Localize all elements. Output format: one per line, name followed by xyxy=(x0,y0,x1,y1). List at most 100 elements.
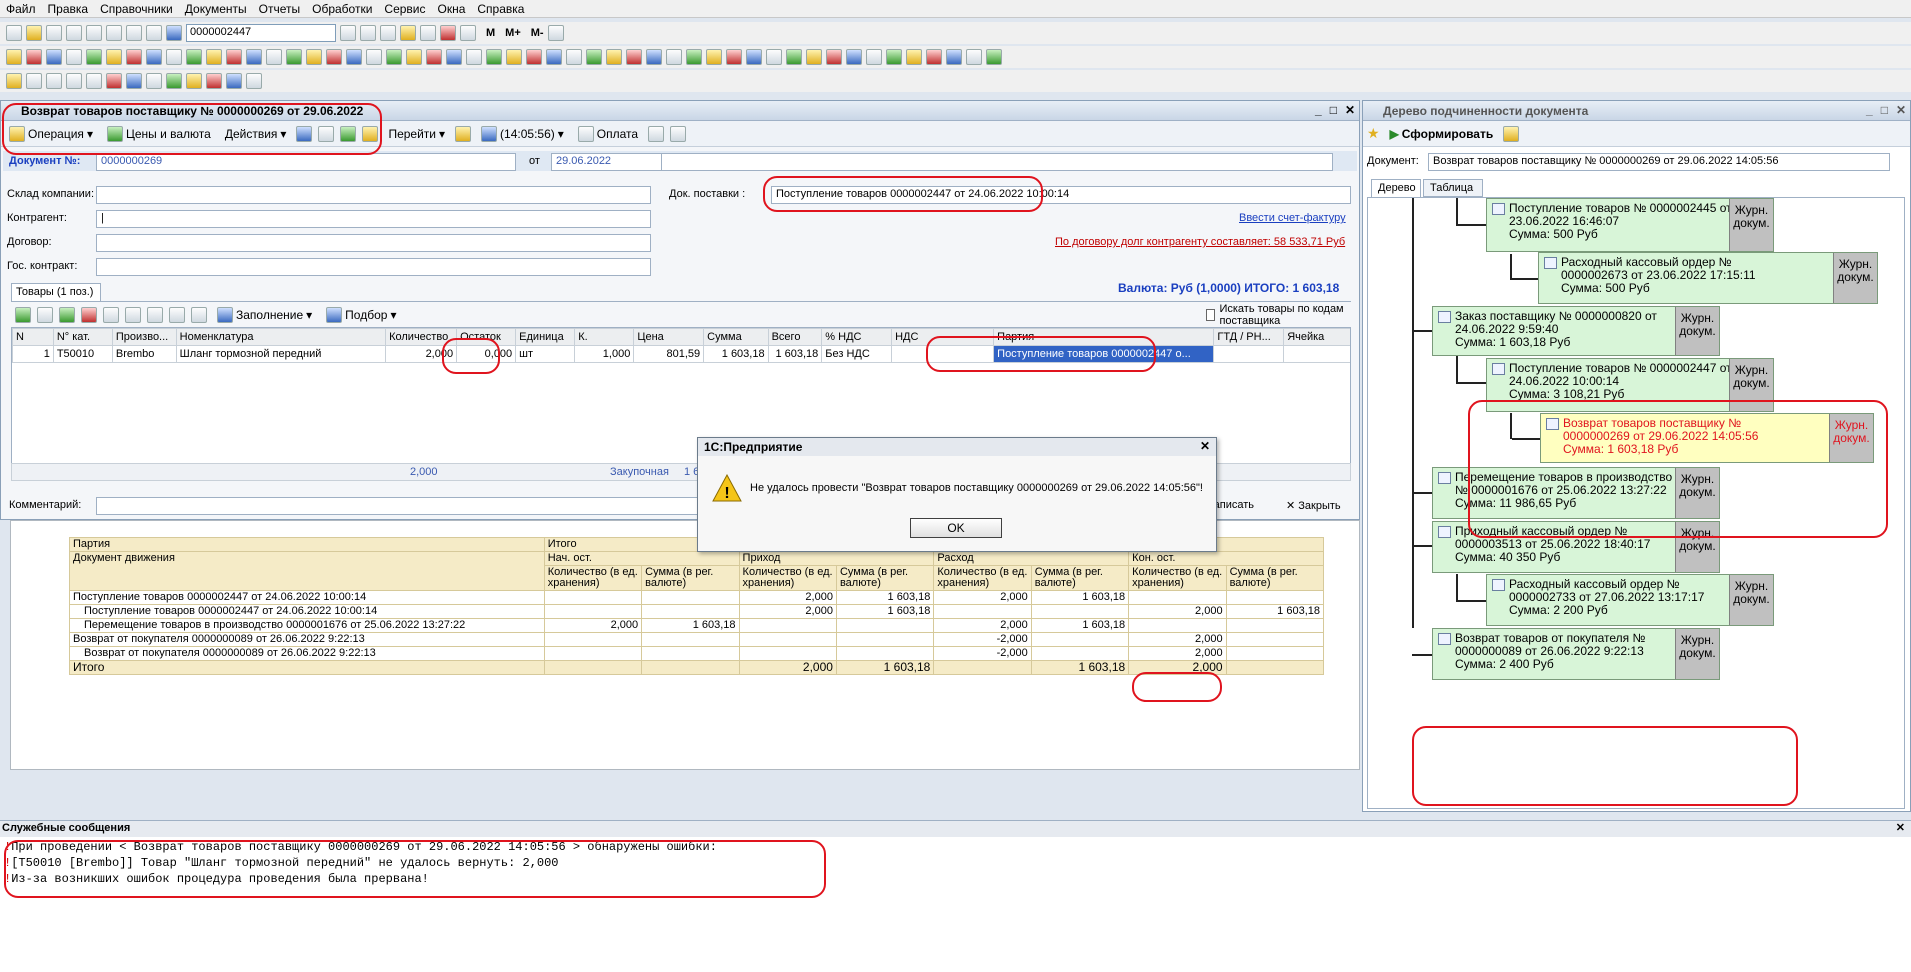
m-plus-label[interactable]: M+ xyxy=(505,27,521,39)
mov-row[interactable]: Перемещение товаров в производство 00000… xyxy=(69,618,1325,633)
doc-icon[interactable] xyxy=(926,49,942,65)
lock-icon[interactable] xyxy=(6,73,22,89)
structure-icon[interactable] xyxy=(362,125,379,142)
actions-button[interactable]: Действия ▾ xyxy=(221,126,291,142)
journal-button[interactable]: Журн. докум. xyxy=(1675,522,1719,572)
message-line-1[interactable]: !При проведении < Возврат товаров постав… xyxy=(4,839,717,855)
doc-icon[interactable] xyxy=(706,49,722,65)
warehouse-field[interactable] xyxy=(96,186,651,204)
doc-icon[interactable] xyxy=(106,49,122,65)
cut-icon[interactable] xyxy=(66,25,82,41)
message-line-3[interactable]: !Из-за возникших ошибок процедура провед… xyxy=(4,871,717,887)
tree-node[interactable]: Приходный кассовый ордер № 0000003513 от … xyxy=(1432,521,1720,573)
menu-service[interactable]: Сервис xyxy=(384,2,425,16)
doc-icon[interactable] xyxy=(906,49,922,65)
tab-table[interactable]: Таблица xyxy=(1423,179,1483,197)
message-line-2[interactable]: ![T50010 [Brembo]] Товар "Шланг тормозно… xyxy=(4,855,717,871)
add-icon[interactable] xyxy=(15,306,31,323)
search-codes-option[interactable]: Искать товары по кодам поставщика xyxy=(1206,303,1351,327)
doc-icon[interactable] xyxy=(606,49,622,65)
tree-node[interactable]: Заказ поставщику № 0000000820 от 24.06.20… xyxy=(1432,306,1720,356)
goods-data-row[interactable]: 1 T50010 Brembo Шланг тормозной передний 2,0… xyxy=(12,345,1350,363)
contractor-field[interactable]: | xyxy=(96,210,651,228)
doc-icon[interactable] xyxy=(266,49,282,65)
close-icon[interactable]: ✕ xyxy=(1345,103,1355,117)
journal-button[interactable]: Журн. докум. xyxy=(1675,629,1719,679)
doc-icon[interactable] xyxy=(246,49,262,65)
doc-icon[interactable] xyxy=(306,49,322,65)
money-icon[interactable] xyxy=(186,49,202,65)
info-icon[interactable] xyxy=(400,25,416,41)
tree-minimize-icon[interactable]: _ xyxy=(1866,103,1873,117)
close-button[interactable]: ✕ Закрыть xyxy=(1286,499,1341,512)
doc-icon[interactable] xyxy=(406,49,422,65)
operation-button[interactable]: Операция ▾ xyxy=(5,125,97,143)
doc-icon[interactable] xyxy=(626,49,642,65)
menu-documents[interactable]: Документы xyxy=(185,2,247,16)
open-icon[interactable] xyxy=(26,25,42,41)
wrench-icon[interactable] xyxy=(86,73,102,89)
col-header[interactable]: Всего xyxy=(767,328,823,346)
menu-edit[interactable]: Правка xyxy=(48,2,89,16)
mov-row[interactable]: Поступление товаров 0000002447 от 24.06.… xyxy=(69,590,1325,605)
tree-node[interactable]: Перемещение товаров в производство № 0000… xyxy=(1432,467,1720,519)
menu-file[interactable]: Файл xyxy=(6,2,36,16)
doc-icon[interactable] xyxy=(126,49,142,65)
mov-row[interactable]: Итого 2,000 1 603,18 1 603,18 2,000 xyxy=(69,660,1325,675)
gos-contract-field[interactable] xyxy=(96,258,651,276)
date-field[interactable]: 29.06.2022 xyxy=(551,153,666,171)
doc-no-field[interactable]: 0000000269 xyxy=(96,153,516,171)
doc-icon[interactable] xyxy=(946,49,962,65)
col-header[interactable]: К. xyxy=(574,328,635,346)
col-header[interactable]: НДС xyxy=(891,328,995,346)
mov-row[interactable]: Возврат от покупателя 0000000089 от 26.0… xyxy=(69,632,1325,647)
goods-cell[interactable]: Без НДС xyxy=(821,345,893,363)
doc-icon[interactable] xyxy=(886,49,902,65)
goods-cell[interactable]: 1,000 xyxy=(574,345,635,363)
doc-icon[interactable] xyxy=(806,49,822,65)
end-edit-icon[interactable] xyxy=(103,306,119,323)
tool-icon[interactable] xyxy=(46,73,62,89)
doc-icon[interactable] xyxy=(166,49,182,65)
doc-icon[interactable] xyxy=(526,49,542,65)
maximize-icon[interactable]: □ xyxy=(1330,103,1337,117)
sort-asc-icon[interactable] xyxy=(169,306,185,323)
doc-icon[interactable] xyxy=(486,49,502,65)
doc-icon[interactable] xyxy=(326,49,342,65)
tree-maximize-icon[interactable]: □ xyxy=(1881,103,1888,117)
search-input[interactable]: 0000002447 xyxy=(186,24,336,42)
invoice-link[interactable]: Ввести счет-фактуру xyxy=(1239,212,1346,224)
find-icon[interactable] xyxy=(166,25,182,41)
doc-icon[interactable] xyxy=(126,73,142,89)
copy-row-icon[interactable] xyxy=(37,306,53,323)
tree-node[interactable]: Возврат товаров поставщику № 0000000269 о… xyxy=(1540,413,1874,463)
tools-icon[interactable] xyxy=(547,25,564,41)
menu-windows[interactable]: Окна xyxy=(438,2,466,16)
doc-comment-field[interactable] xyxy=(661,153,1333,171)
col-header[interactable]: Цена xyxy=(633,328,705,346)
col-header[interactable]: Количество xyxy=(385,328,458,346)
col-header[interactable]: N xyxy=(12,328,54,346)
journal-button[interactable]: Журн. докум. xyxy=(1729,575,1773,625)
col-header[interactable]: Остаток xyxy=(456,328,517,346)
doc-icon[interactable] xyxy=(346,49,362,65)
col-header[interactable]: Партия xyxy=(993,328,1215,346)
doc-icon[interactable] xyxy=(746,49,762,65)
supply-doc-field[interactable]: Поступление товаров 0000002447 от 24.06.… xyxy=(771,186,1351,204)
redo-icon[interactable] xyxy=(146,25,162,41)
m-minus-label[interactable]: M- xyxy=(531,27,544,39)
doc-icon[interactable] xyxy=(6,49,22,65)
doc-icon[interactable] xyxy=(466,49,482,65)
dialog-ok-button[interactable]: OK xyxy=(910,518,1002,538)
goods-cell[interactable]: 1 603,18 xyxy=(703,345,769,363)
move-down-icon[interactable] xyxy=(147,306,163,323)
col-header[interactable]: % НДС xyxy=(821,328,893,346)
doc-icon[interactable] xyxy=(766,49,782,65)
doc-icon[interactable] xyxy=(286,49,302,65)
doc-icon[interactable] xyxy=(446,49,462,65)
goods-cell[interactable]: Поступление товаров 0000002447 о... xyxy=(993,345,1215,363)
goods-cell[interactable]: 1 603,18 xyxy=(767,345,823,363)
doc-icon[interactable] xyxy=(106,73,122,89)
tree-node[interactable]: Расходный кассовый ордер № 0000002733 от … xyxy=(1486,574,1774,626)
doc-icon[interactable] xyxy=(166,73,182,89)
